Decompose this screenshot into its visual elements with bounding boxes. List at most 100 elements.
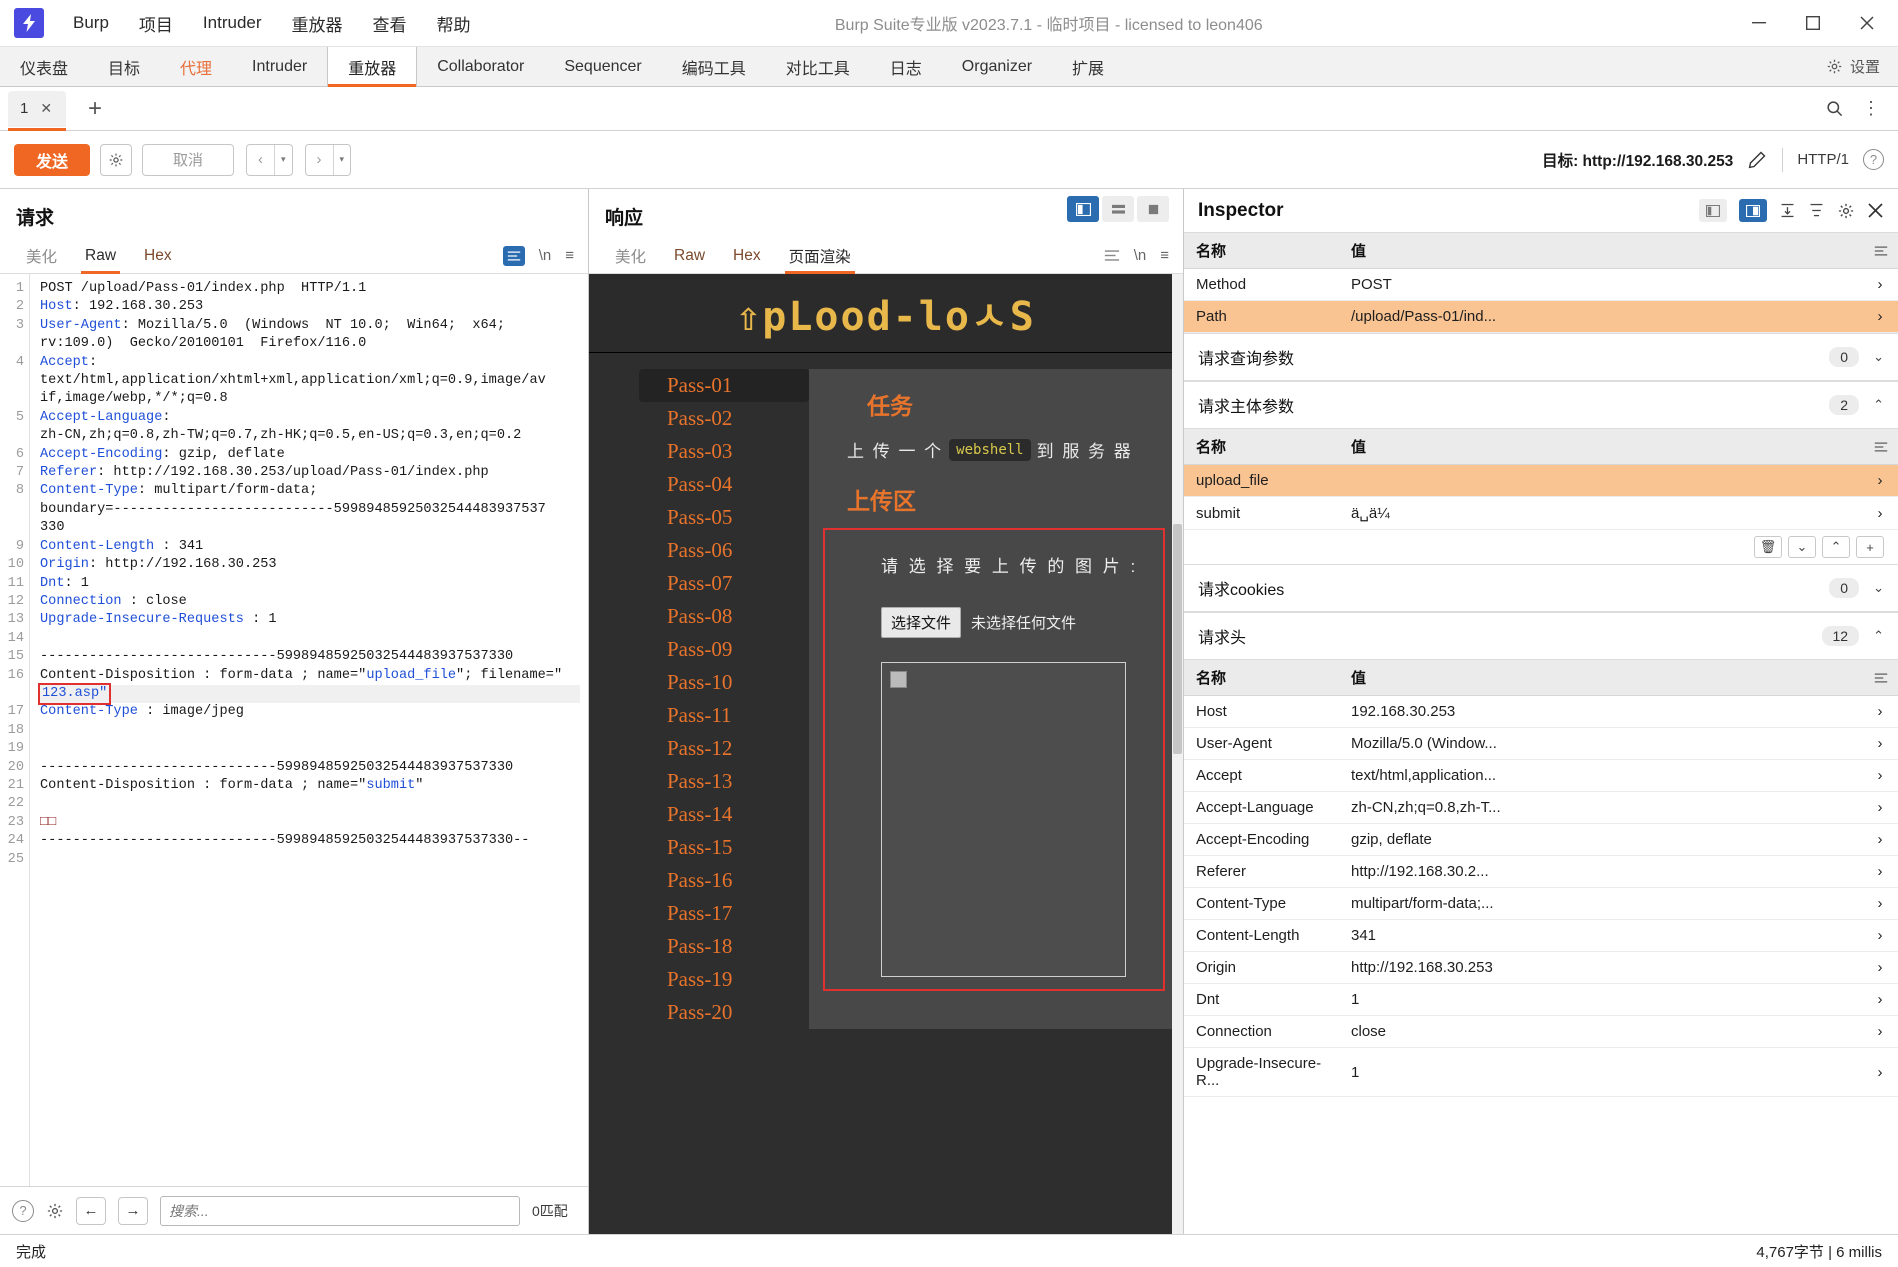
chevron-right-icon[interactable]: › [1862, 727, 1898, 760]
chevron-right-icon[interactable]: › [1862, 759, 1898, 792]
table-row[interactable]: Host 192.168.30.253 › [1184, 695, 1898, 728]
chevron-right-icon[interactable]: › [1862, 855, 1898, 888]
section-cookies[interactable]: 请求cookies 0 ⌄ [1184, 564, 1898, 612]
panel-left-icon[interactable] [1699, 199, 1727, 222]
chevron-down-icon[interactable]: ⌄ [1788, 536, 1816, 558]
nav-item-pass-01[interactable]: Pass-01 [639, 369, 809, 402]
gear-icon[interactable] [46, 1202, 64, 1220]
http-version-label[interactable]: HTTP/1 [1797, 151, 1849, 168]
table-row[interactable]: Content-Length 341 › [1184, 919, 1898, 952]
tab-intruder[interactable]: Intruder [232, 47, 327, 86]
response-tab-hex[interactable]: Hex [719, 238, 775, 274]
table-row[interactable]: submit ä␣ä¼ › [1184, 496, 1898, 530]
request-tab-hex[interactable]: Hex [130, 238, 186, 274]
settings-button[interactable]: 设置 [1826, 47, 1898, 86]
tab-extensions[interactable]: 扩展 [1052, 47, 1124, 86]
table-row[interactable]: User-Agent Mozilla/5.0 (Window... › [1184, 727, 1898, 760]
tab-collaborator[interactable]: Collaborator [417, 47, 544, 86]
chevron-right-icon[interactable]: › [1862, 1015, 1898, 1048]
nav-item-pass-15[interactable]: Pass-15 [639, 831, 809, 864]
gear-icon[interactable] [1837, 202, 1855, 220]
tab-decoder[interactable]: 编码工具 [662, 47, 766, 86]
chevron-right-icon[interactable]: › [1862, 887, 1898, 920]
maximize-button[interactable] [1786, 0, 1840, 46]
response-tab-pretty[interactable]: 美化 [601, 238, 660, 274]
section-query-params[interactable]: 请求查询参数 0 ⌄ [1184, 333, 1898, 381]
table-row[interactable]: Accept text/html,application... › [1184, 759, 1898, 792]
send-button[interactable]: 发送 [14, 143, 91, 176]
chevron-up-icon[interactable]: ⌃ [1873, 628, 1884, 644]
request-tab-pretty[interactable]: 美化 [12, 238, 71, 274]
choose-file-button[interactable]: 选择文件 [881, 607, 962, 638]
nav-item-pass-09[interactable]: Pass-09 [639, 633, 809, 666]
col-actions[interactable] [1862, 233, 1898, 269]
wrap-lines-icon[interactable] [1104, 249, 1120, 262]
overflow-menu-icon[interactable]: ⋮ [1862, 98, 1880, 119]
nav-item-pass-12[interactable]: Pass-12 [639, 732, 809, 765]
nav-item-pass-06[interactable]: Pass-06 [639, 534, 809, 567]
chevron-down-icon[interactable]: ▾ [275, 154, 292, 165]
minimize-button[interactable] [1732, 0, 1786, 46]
chevron-up-icon[interactable]: ⌃ [1822, 536, 1850, 558]
search-icon[interactable] [1825, 99, 1844, 118]
single-pane-icon[interactable] [1137, 196, 1169, 222]
nav-item-pass-11[interactable]: Pass-11 [639, 699, 809, 732]
search-back-button[interactable]: ← [76, 1196, 106, 1225]
menu-project[interactable]: 项目 [124, 7, 188, 40]
request-editor[interactable]: 123 4 5 678 9 10 11 12 13 14 15 16 17 18 19 20 21 22… [0, 274, 588, 1186]
nav-item-pass-04[interactable]: Pass-04 [639, 468, 809, 501]
prev-request-button[interactable]: ‹ ▾ [246, 143, 293, 176]
chevron-right-icon[interactable]: › [1862, 300, 1898, 333]
chevron-right-icon[interactable]: › [1862, 464, 1898, 497]
delete-icon[interactable]: 🗑 [1754, 536, 1782, 558]
chevron-right-icon[interactable]: › [1862, 496, 1898, 530]
nav-item-pass-02[interactable]: Pass-02 [639, 402, 809, 435]
add-tab-button[interactable]: + [82, 96, 108, 121]
repeater-tab-1[interactable]: 1 ✕ [8, 90, 66, 131]
help-icon[interactable]: ? [12, 1199, 34, 1222]
request-menu-icon[interactable]: ≡ [565, 247, 574, 264]
table-row[interactable]: Referer http://192.168.30.2... › [1184, 855, 1898, 888]
menu-repeater[interactable]: 重放器 [277, 7, 358, 40]
render-scrollbar[interactable] [1172, 274, 1183, 1234]
table-row[interactable]: Dnt 1 › [1184, 983, 1898, 1016]
chevron-down-icon[interactable]: ⌄ [1873, 349, 1884, 365]
section-body-params[interactable]: 请求主体参数 2 ⌃ [1184, 381, 1898, 429]
col-actions[interactable] [1862, 429, 1898, 465]
tab-sequencer[interactable]: Sequencer [544, 47, 661, 86]
chevron-right-icon[interactable]: › [1862, 983, 1898, 1016]
tab-organizer[interactable]: Organizer [942, 47, 1052, 86]
nav-item-pass-16[interactable]: Pass-16 [639, 864, 809, 897]
tab-comparer[interactable]: 对比工具 [766, 47, 870, 86]
chevron-right-icon[interactable]: › [1862, 951, 1898, 984]
chevron-right-icon[interactable]: › [1862, 791, 1898, 824]
add-icon[interactable]: + [1856, 536, 1884, 558]
chevron-right-icon[interactable]: › [1862, 268, 1898, 301]
nav-item-pass-03[interactable]: Pass-03 [639, 435, 809, 468]
newline-icon[interactable]: \n [1134, 247, 1147, 264]
nav-item-pass-19[interactable]: Pass-19 [639, 963, 809, 996]
response-tab-raw[interactable]: Raw [660, 238, 719, 274]
nav-item-pass-18[interactable]: Pass-18 [639, 930, 809, 963]
nav-item-pass-07[interactable]: Pass-07 [639, 567, 809, 600]
next-request-button[interactable]: › ▾ [304, 143, 352, 176]
tab-dashboard[interactable]: 仪表盘 [0, 47, 88, 86]
section-headers[interactable]: 请求头 12 ⌃ [1184, 612, 1898, 660]
close-icon[interactable]: ✕ [40, 100, 52, 117]
nav-item-pass-10[interactable]: Pass-10 [639, 666, 809, 699]
inspector-body[interactable]: 名称 值 Method POST › Path/upload/Pass-01/ind.… [1184, 233, 1898, 1234]
request-raw-text[interactable]: POST /upload/Pass-01/index.php HTTP/1.1 H… [30, 274, 588, 1186]
nav-item-pass-05[interactable]: Pass-05 [639, 501, 809, 534]
split-columns-icon[interactable] [1067, 196, 1099, 222]
tab-target[interactable]: 目标 [88, 47, 160, 86]
expand-all-icon[interactable] [1779, 202, 1796, 219]
collapse-all-icon[interactable] [1808, 202, 1825, 219]
nav-item-pass-08[interactable]: Pass-08 [639, 600, 809, 633]
chevron-up-icon[interactable]: ⌃ [1873, 397, 1884, 413]
nav-item-pass-14[interactable]: Pass-14 [639, 798, 809, 831]
nav-item-pass-17[interactable]: Pass-17 [639, 897, 809, 930]
chevron-right-icon[interactable]: › [1862, 919, 1898, 952]
table-row[interactable]: Content-Type multipart/form-data;... › [1184, 887, 1898, 920]
response-tab-render[interactable]: 页面渲染 [775, 238, 865, 274]
cancel-button[interactable]: 取消 [142, 143, 235, 176]
